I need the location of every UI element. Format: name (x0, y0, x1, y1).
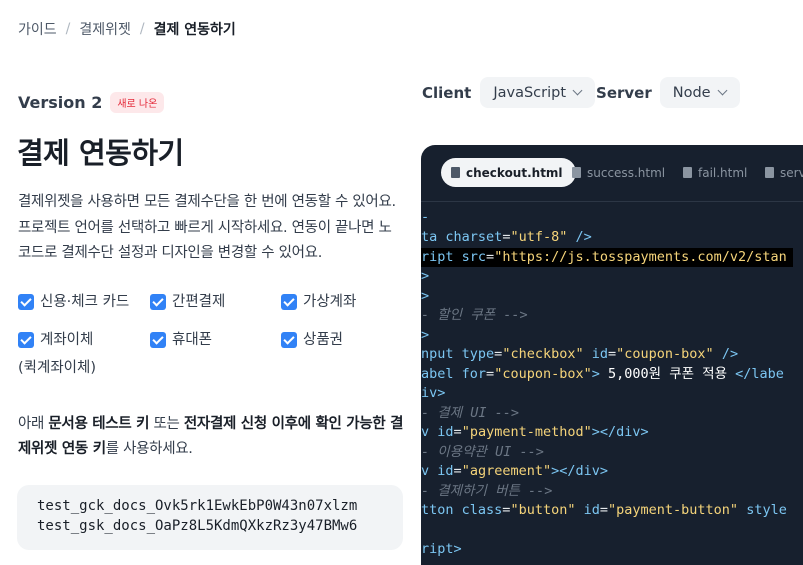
version-row: Version 2 새로 나온 (18, 92, 165, 113)
breadcrumb-item-guide[interactable]: 가이드 (18, 19, 57, 39)
code-line: > (421, 268, 430, 284)
checkbox-checked-icon[interactable] (18, 332, 34, 348)
payment-method-label: 신용·체크 카드 (40, 294, 130, 310)
code-line: v id="agreement"></div> (421, 463, 608, 479)
key-intro-text: 아래 (18, 416, 49, 432)
checkbox-checked-icon[interactable] (150, 332, 166, 348)
breadcrumb-separator: / (65, 21, 71, 37)
code-line: ript src="https://js.tosspayments.com/v2… (421, 247, 793, 267)
tab-label: checkout.html (466, 165, 563, 180)
key-intro-text: 또는 (149, 416, 184, 432)
chevron-down-icon (717, 85, 728, 96)
code-line: abel for="coupon-box"> 5,000원 쿠폰 적용 </la… (421, 365, 784, 382)
version-label: Version 2 (18, 93, 103, 112)
checkbox-checked-icon[interactable] (18, 294, 34, 310)
code-editor: checkout.html success.html fail.html ser… (421, 145, 803, 565)
file-icon (765, 167, 774, 178)
code-line: ta charset="utf-8" /> (421, 229, 592, 245)
payment-method-giftcard[interactable]: 상품권 (281, 328, 343, 352)
tab-server-file[interactable]: serv (765, 158, 803, 187)
checkbox-checked-icon[interactable] (281, 332, 297, 348)
page-description: 결제위젯을 사용하면 모든 결제수단을 한 번에 연동할 수 있어요. 프로젝트… (18, 194, 396, 261)
client-key[interactable]: test_gck_docs_Ovk5rk1EwkEbP0W43n07xlzm (37, 496, 383, 516)
secret-key[interactable]: test_gsk_docs_OaPz8L5KdmQXkzRz3y47BMw6 (37, 516, 383, 536)
code-line: - 결제 UI --> (421, 404, 519, 421)
payment-method-easypay[interactable]: 간편결제 (150, 290, 225, 314)
api-key-box[interactable]: test_gck_docs_Ovk5rk1EwkEbP0W43n07xlzm t… (17, 485, 403, 550)
server-language-select[interactable]: Node (659, 77, 740, 108)
server-label: Server (596, 83, 652, 102)
code-line: - 결제하기 버튼 --> (421, 482, 553, 499)
payment-method-label: 휴대폰 (172, 332, 213, 348)
payment-method-label: 간편결제 (172, 294, 226, 310)
tab-label: serv (780, 165, 803, 180)
payment-method-label: 상품권 (303, 332, 344, 348)
tab-label: success.html (587, 165, 666, 180)
client-language-select[interactable]: JavaScript (480, 77, 596, 108)
code-line: - 할인 쿠폰 --> (421, 307, 528, 323)
payment-method-label: 가상계좌 (303, 294, 357, 310)
code-line: iv> (421, 385, 446, 401)
payment-method-card[interactable]: 신용·체크 카드 (18, 290, 129, 314)
checkbox-checked-icon[interactable] (150, 294, 166, 310)
code-line: v id="payment-method"></div> (421, 424, 649, 440)
payment-method-note: (퀵계좌이체) (18, 360, 97, 376)
file-icon (451, 167, 460, 178)
breadcrumb-current: 결제 연동하기 (153, 22, 236, 38)
breadcrumb-separator: / (139, 21, 145, 37)
code-line: - 이용약관 UI --> (421, 443, 544, 460)
chevron-down-icon (572, 85, 583, 96)
payment-method-transfer[interactable]: 계좌이체 (18, 328, 93, 352)
breadcrumb-item-widget[interactable]: 결제위젯 (79, 19, 131, 39)
client-language-value: JavaScript (493, 84, 567, 101)
payment-method-virtual-account[interactable]: 가상계좌 (281, 290, 356, 314)
breadcrumb: 가이드 / 결제위젯 / 결제 연동하기 (18, 19, 236, 39)
page-title: 결제 연동하기 (17, 136, 184, 170)
payment-method-label: 계좌이체 (40, 332, 94, 348)
code-line: tton class="button" id="payment-button" … (421, 502, 787, 518)
code-line: nput type="checkbox" id="coupon-box" /> (421, 346, 739, 362)
file-icon (572, 167, 581, 178)
code-line: ript> (421, 541, 462, 557)
payment-method-phone[interactable]: 휴대폰 (150, 328, 212, 352)
code-line: > (421, 326, 430, 343)
key-intro-test-key: 문서용 테스트 키 (48, 416, 150, 432)
server-language-value: Node (672, 84, 711, 101)
file-icon (683, 167, 692, 178)
file-tabs: checkout.html success.html fail.html ser… (421, 145, 803, 202)
client-label: Client (422, 83, 472, 102)
checkbox-checked-icon[interactable] (281, 294, 297, 310)
tab-success-html[interactable]: success.html (572, 158, 665, 187)
code-line: > (421, 287, 430, 304)
code-line: - (421, 209, 430, 225)
tab-fail-html[interactable]: fail.html (683, 158, 747, 187)
key-intro-text: 를 사용하세요. (105, 441, 193, 457)
key-instruction: 아래 문서용 테스트 키 또는 전자결제 신청 이후에 확인 가능한 결제위젯 … (18, 412, 408, 462)
tab-checkout-html[interactable]: checkout.html (441, 158, 576, 187)
new-badge: 새로 나온 (110, 92, 165, 113)
language-selector: Client JavaScript Server Node (422, 77, 740, 108)
tab-label: fail.html (698, 165, 748, 180)
